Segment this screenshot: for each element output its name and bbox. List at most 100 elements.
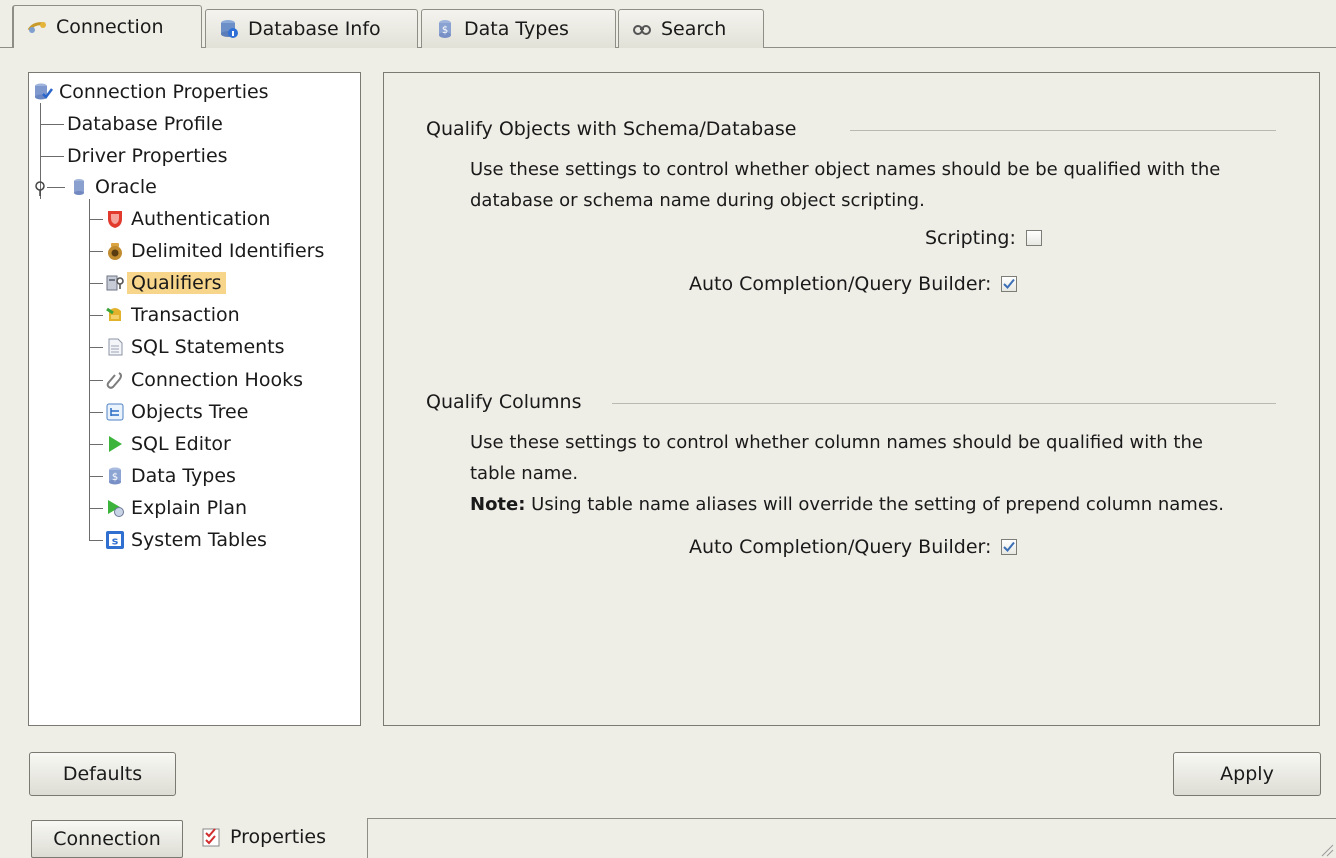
tree-item-label: System Tables <box>131 529 267 551</box>
tree-item-delimited-identifiers[interactable]: Delimited Identifiers <box>105 236 324 266</box>
tree-connector <box>40 156 64 157</box>
tree-connector <box>89 380 103 381</box>
tab-label: Search <box>661 18 727 40</box>
apply-button[interactable]: Apply <box>1173 752 1321 796</box>
tab-bar: Connection Database Info $ Data Types Se… <box>0 0 1336 48</box>
svg-text:s: s <box>112 535 119 548</box>
tree-icon <box>105 402 125 422</box>
scripting-label: Scripting: <box>925 227 1016 249</box>
description-line: database or schema name during object sc… <box>470 190 925 211</box>
tree-connector <box>89 251 103 252</box>
defaults-button[interactable]: Defaults <box>29 752 176 796</box>
tab-label: Data Types <box>464 18 569 40</box>
columns-autocomplete-label: Auto Completion/Query Builder: <box>689 536 992 558</box>
resize-grip-icon[interactable] <box>1318 840 1334 857</box>
qualifier-icon <box>105 273 125 293</box>
tab-data-types[interactable]: $ Data Types <box>421 9 616 48</box>
section-separator <box>612 403 1276 404</box>
tree-item-label: SQL Statements <box>131 336 285 358</box>
description-line: Use these settings to control whether ob… <box>470 159 1221 180</box>
tree-item-transaction[interactable]: Transaction <box>105 300 240 330</box>
tree-item-authentication[interactable]: Authentication <box>105 204 270 234</box>
tree-item-connection-hooks[interactable]: Connection Hooks <box>105 365 303 395</box>
tree-item-explain-plan[interactable]: Explain Plan <box>105 493 247 523</box>
tab-search[interactable]: Search <box>618 9 764 48</box>
expand-toggle-icon[interactable] <box>34 179 48 196</box>
section-description: Use these settings to control whether co… <box>470 427 1310 520</box>
play-icon <box>105 434 125 454</box>
tree-item-label: Connection Properties <box>59 81 269 103</box>
tree-item-label: Driver Properties <box>67 145 228 167</box>
qualifiers-settings-panel: Qualify Objects with Schema/Database Use… <box>383 72 1320 726</box>
tree-item-label: Connection Hooks <box>131 369 303 391</box>
tree-item-driver-properties[interactable]: Driver Properties <box>67 141 228 171</box>
tree-connector <box>40 124 64 125</box>
tree-item-qualifiers[interactable]: Qualifiers <box>105 268 226 298</box>
objects-autocomplete-checkbox[interactable] <box>1001 276 1018 292</box>
settings-tree[interactable]: Connection Properties Database Profile D… <box>28 72 361 726</box>
tab-label: Connection <box>56 16 164 38</box>
tab-connection[interactable]: Connection <box>12 5 202 48</box>
columns-autocomplete-checkbox[interactable] <box>1001 539 1018 555</box>
check-icon <box>1003 278 1016 289</box>
tree-item-label: Oracle <box>95 176 157 198</box>
tab-database-info[interactable]: Database Info <box>205 9 418 48</box>
status-area <box>367 818 1336 858</box>
tree-item-label: Objects Tree <box>131 401 249 423</box>
data-types-icon: $ <box>105 466 125 486</box>
check-icon <box>1003 541 1016 552</box>
objects-autocomplete-label: Auto Completion/Query Builder: <box>689 273 992 295</box>
tree-item-system-tables[interactable]: s System Tables <box>105 525 267 555</box>
database-info-icon <box>218 18 240 40</box>
scripting-checkbox[interactable] <box>1025 230 1042 246</box>
tree-item-label: Delimited Identifiers <box>131 240 325 262</box>
document-icon <box>105 337 125 357</box>
description-line: Use these settings to control whether co… <box>470 432 1203 453</box>
connection-bottom-tab[interactable]: Connection <box>31 820 183 858</box>
tree-connector <box>89 412 103 413</box>
columns-autocomplete-option: Auto Completion/Query Builder: <box>689 536 1018 558</box>
note-label: Note: <box>470 494 526 515</box>
svg-text:$: $ <box>442 25 448 36</box>
tree-item-label: Explain Plan <box>131 497 248 519</box>
description-line: table name. <box>470 463 579 484</box>
tree-connector <box>89 508 103 509</box>
tree-item-data-types[interactable]: $ Data Types <box>105 461 236 491</box>
tree-item-connection-properties[interactable]: Connection Properties <box>33 77 269 107</box>
section-title-qualify-objects: Qualify Objects with Schema/Database <box>426 118 797 140</box>
tree-connector <box>89 219 103 220</box>
tree-connector <box>89 476 103 477</box>
search-icon <box>631 18 653 40</box>
tree-item-sql-editor[interactable]: SQL Editor <box>105 429 231 459</box>
tree-item-objects-tree[interactable]: Objects Tree <box>105 397 248 427</box>
tree-connector <box>89 283 103 284</box>
section-description: Use these settings to control whether ob… <box>470 154 1310 216</box>
tree-connector <box>89 540 103 541</box>
svg-text:$: $ <box>112 472 118 483</box>
objects-autocomplete-option: Auto Completion/Query Builder: <box>689 273 1018 295</box>
tree-item-label: SQL Editor <box>131 433 231 455</box>
tree-item-sql-statements[interactable]: SQL Statements <box>105 332 285 362</box>
tree-connector <box>89 347 103 348</box>
transaction-icon <box>105 305 125 325</box>
hook-icon <box>105 370 125 390</box>
tree-item-label: Transaction <box>131 304 240 326</box>
tab-label: Database Info <box>248 18 381 40</box>
properties-icon <box>202 827 220 847</box>
properties-bottom-tab[interactable]: Properties <box>202 826 326 848</box>
tree-item-oracle[interactable]: Oracle <box>69 172 157 202</box>
tree-item-database-profile[interactable]: Database Profile <box>67 109 223 139</box>
connection-properties-icon <box>33 82 53 102</box>
tree-item-label: Qualifiers <box>127 272 226 294</box>
section-separator <box>850 130 1276 131</box>
tree-connector <box>47 187 65 188</box>
tree-item-label: Authentication <box>131 208 271 230</box>
tree-connector <box>89 444 103 445</box>
connection-icon <box>26 16 48 38</box>
database-icon <box>69 177 89 197</box>
tree-item-label: Data Types <box>131 465 236 487</box>
system-tables-icon: s <box>105 530 125 550</box>
note-text: Using table name aliases will override t… <box>525 494 1225 515</box>
explain-plan-icon <box>105 498 125 518</box>
shield-icon <box>105 209 125 229</box>
